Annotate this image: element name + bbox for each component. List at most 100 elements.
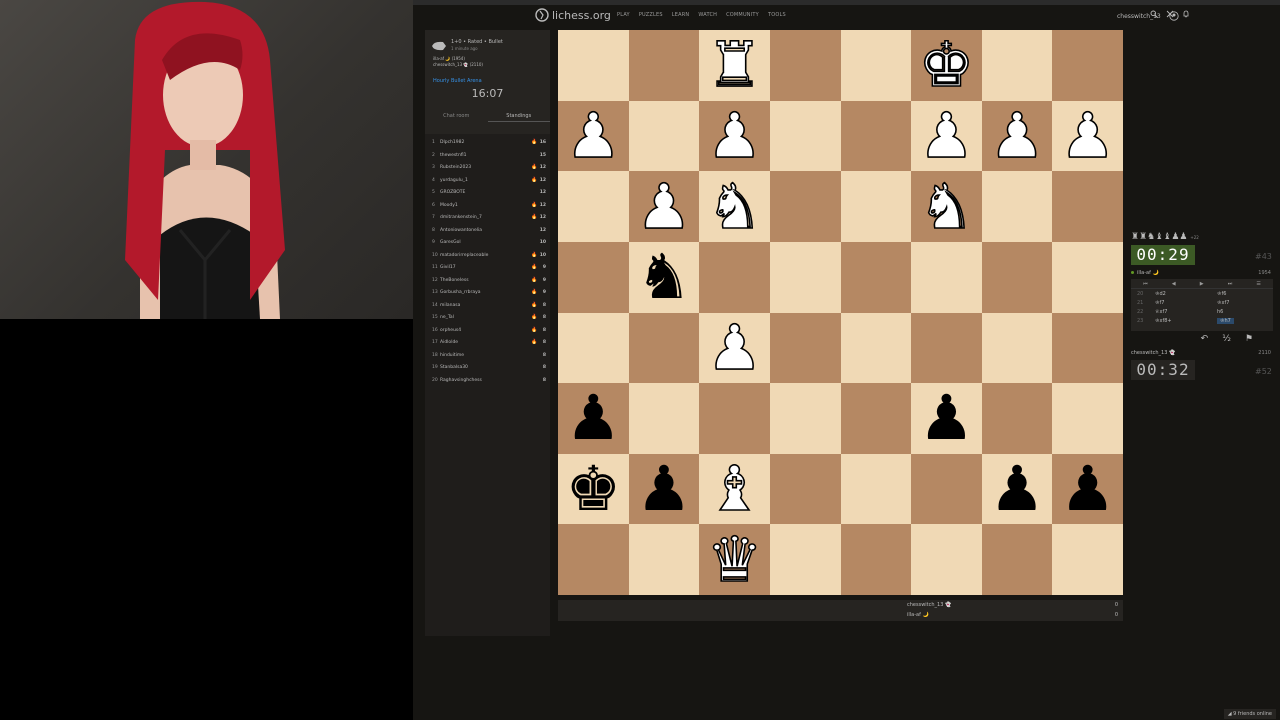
white-knight-icon[interactable]: ♞ [706,174,763,238]
standings-row[interactable]: 7 dmitrankenstein_7 🔥 12 [425,211,550,224]
nav-learn[interactable]: LEARN [672,12,690,18]
white-player-info[interactable]: illa-af 🌙 (1954) [433,56,465,61]
standings-row[interactable]: 14 milanasa 🔥 8 [425,299,550,312]
standings-player[interactable]: orpheus4 [440,328,461,333]
standings-player[interactable]: Aidlolde [440,340,458,345]
square-g8[interactable] [981,30,1053,101]
square-d4[interactable] [769,312,841,384]
square-e3[interactable] [840,383,912,454]
standings-player[interactable]: Moody1 [440,203,458,208]
site-logo[interactable]: lichess.org [535,8,611,22]
square-c6[interactable]: ♞ [699,171,770,242]
black-move[interactable]: h6 [1217,309,1223,315]
white-move[interactable]: ♔xf8+ [1155,318,1172,324]
user-menu[interactable]: chesswitch_13 [1117,13,1161,20]
player-name[interactable]: chesswitch_13 👻 [1131,350,1175,356]
tab-chat-room[interactable]: Chat room [425,110,488,122]
standings-player[interactable]: GROZBOTE [440,190,465,195]
nav-community[interactable]: COMMUNITY [726,12,759,18]
standings-player[interactable]: dmitrankenstein_7 [440,215,482,220]
opponent-name[interactable]: illa-af 🌙 [1131,270,1159,276]
standings-row[interactable]: 11 Givil17 🔥 9 [425,261,550,274]
square-d5[interactable] [769,241,841,313]
square-g4[interactable] [981,312,1053,384]
square-h1[interactable] [1052,524,1123,595]
standings-player[interactable]: ne_Tal [440,315,454,320]
square-d3[interactable] [769,383,841,454]
standings-row[interactable]: 6 Moody1 🔥 12 [425,199,550,212]
square-b1[interactable] [628,524,700,595]
square-b5[interactable]: ♞ [628,241,700,313]
standings-row[interactable]: 8 Antoniowantonelia 12 [425,224,550,237]
standings-row[interactable]: 17 Aidlolde 🔥 8 [425,336,550,349]
standings-player[interactable]: TheBoneless [440,278,469,283]
standings-player[interactable]: Gorbusha_rrbraya [440,290,481,295]
tab-standings[interactable]: Standings [487,110,550,122]
resign-flag-icon[interactable]: ⚑ [1245,334,1253,344]
square-g2[interactable]: ♟ [981,453,1053,525]
standings-player[interactable]: hinduitime [440,353,464,358]
square-e8[interactable] [840,30,912,101]
standings-player[interactable]: Rubstein2023 [440,165,471,170]
square-c5[interactable] [699,241,770,313]
square-h5[interactable] [1052,241,1123,313]
white-pawn-icon[interactable]: ♟ [706,316,763,380]
square-h7[interactable]: ♟ [1052,100,1123,172]
square-d8[interactable] [769,30,841,101]
user-icon[interactable] [1169,11,1179,21]
square-e4[interactable] [840,312,912,384]
white-move[interactable]: ♔f7 [1155,300,1164,306]
white-pawn-icon[interactable]: ♟ [918,104,975,168]
standings-player[interactable]: thewestnfl1 [440,153,467,158]
nav-puzzles[interactable]: PUZZLES [639,12,663,18]
black-pawn-icon[interactable]: ♟ [566,387,622,449]
square-d7[interactable] [769,100,841,172]
white-knight-icon[interactable]: ♞ [918,174,975,238]
square-c2[interactable]: ♝ [699,453,770,525]
square-f2[interactable] [911,453,982,525]
black-pawn-icon[interactable]: ♟ [636,458,692,520]
black-pawn-icon[interactable]: ♟ [919,387,975,449]
standings-player[interactable]: Dlpch1982 [440,140,464,145]
friends-online-button[interactable]: ◢ 9 friends online [1223,709,1276,719]
square-f5[interactable] [911,241,982,313]
square-b7[interactable] [628,100,700,172]
square-g6[interactable] [981,171,1053,242]
standings-row[interactable]: 19 Stanbalsa30 8 [425,361,550,374]
black-move[interactable]: ♔h7 [1217,318,1234,324]
square-h6[interactable] [1052,171,1123,242]
menu-icon[interactable]: ☰ [1256,281,1260,287]
square-d1[interactable] [769,524,841,595]
standings-player[interactable]: Givil17 [440,265,456,270]
standings-row[interactable]: 16 orpheus4 🔥 8 [425,324,550,337]
prev-move-icon[interactable]: ◀ [1172,281,1176,287]
black-pawn-icon[interactable]: ♟ [1060,458,1116,520]
square-f4[interactable] [911,312,982,384]
square-h4[interactable] [1052,312,1123,384]
black-player-info[interactable]: chesswitch_13 👻 (2110) [433,62,483,67]
standings-player[interactable]: GaresGol [440,240,461,245]
standings-player[interactable]: milanasa [440,303,460,308]
square-e2[interactable] [840,453,912,525]
white-queen-icon[interactable]: ♛ [706,527,763,591]
standings-player[interactable]: Raghavsinghchess [440,378,482,383]
square-b3[interactable] [628,383,700,454]
chess-board[interactable]: ♜ ♚ ♟ ♟ ♟ ♟ ♟ ♟ ♞ ♞ ♞ ♟ ♟ ♟ ♚ ♟ ♝ ♟ ♟ ♛ [558,30,1123,595]
square-b8[interactable] [628,30,700,101]
offer-draw-button[interactable]: ½ [1222,334,1231,344]
square-g1[interactable] [981,524,1053,595]
nav-watch[interactable]: WATCH [698,12,717,18]
black-knight-icon[interactable]: ♞ [636,246,692,308]
white-bishop-icon[interactable]: ♝ [706,457,763,521]
bell-icon[interactable] [1182,10,1190,18]
standings-row[interactable]: 1 Dlpch1982 🔥 16 [425,136,550,149]
square-f3[interactable]: ♟ [911,383,982,454]
square-a6[interactable] [558,171,629,242]
square-b6[interactable]: ♟ [628,171,700,242]
square-e7[interactable] [840,100,912,172]
square-h2[interactable]: ♟ [1052,453,1123,525]
square-c7[interactable]: ♟ [699,100,770,172]
white-pawn-icon[interactable]: ♟ [706,104,763,168]
square-g5[interactable] [981,241,1053,313]
standings-row[interactable]: 20 Raghavsinghchess 8 [425,374,550,387]
